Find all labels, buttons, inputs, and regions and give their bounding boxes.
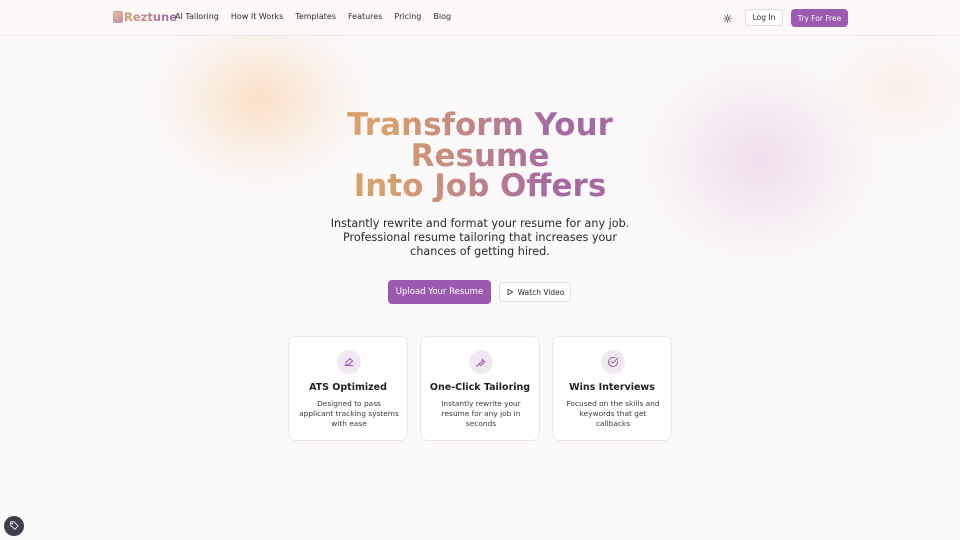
wrench-icon [476, 358, 486, 367]
page: Reztune AI Tailoring How It Works Templa… [0, 0, 960, 540]
watch-video-button[interactable]: Watch Video [499, 282, 571, 302]
hero-title: Transform Your Resume Into Job Offers [250, 110, 710, 202]
nav-features[interactable]: Features [348, 12, 382, 21]
feature-description: Focused on the skills and keywords that … [566, 399, 660, 428]
nav-blog[interactable]: Blog [433, 12, 451, 21]
signature-icon [344, 358, 354, 366]
theme-toggle-button[interactable] [720, 11, 734, 25]
feature-icon-wrap [337, 350, 361, 374]
main-nav: AI Tailoring How It Works Templates Feat… [175, 12, 451, 21]
login-button[interactable]: Log In [745, 9, 783, 26]
feature-icon-wrap [601, 350, 625, 374]
hero-title-line-3: Into Job Offers [353, 168, 607, 204]
check-circle-icon [608, 357, 619, 367]
watch-video-label: Watch Video [517, 287, 565, 297]
site-header: Reztune AI Tailoring How It Works Templa… [0, 0, 960, 36]
logo-image-icon [113, 11, 123, 23]
play-icon [507, 288, 513, 296]
feature-icon-wrap [469, 350, 493, 374]
brand-logo[interactable]: Reztune [113, 9, 177, 25]
floating-help-button[interactable] [4, 516, 24, 536]
nav-templates[interactable]: Templates [295, 12, 336, 21]
feature-card-interviews: Wins Interviews Focused on the skills an… [552, 336, 672, 441]
nav-how-it-works[interactable]: How It Works [231, 12, 283, 21]
feature-description: Instantly rewrite your resume for any jo… [441, 399, 521, 428]
feature-card-ats: ATS Optimized Designed to pass applicant… [288, 336, 408, 441]
hero-subtitle: Instantly rewrite and format your resume… [330, 217, 630, 258]
upload-resume-button[interactable]: Upload Your Resume [388, 280, 491, 304]
feature-description: Designed to pass applicant tracking syst… [299, 399, 399, 428]
feature-title: One-Click Tailoring [429, 382, 531, 393]
feature-card-tailoring: One-Click Tailoring Instantly rewrite yo… [420, 336, 540, 441]
sun-icon [722, 13, 732, 23]
brand-name: Reztune [124, 10, 178, 24]
feature-title: ATS Optimized [309, 382, 387, 393]
feature-title: Wins Interviews [569, 382, 655, 393]
try-for-free-button[interactable]: Try For Free [791, 9, 848, 27]
tag-icon [10, 521, 19, 530]
nav-ai-tailoring[interactable]: AI Tailoring [175, 12, 219, 21]
nav-pricing[interactable]: Pricing [394, 12, 421, 21]
